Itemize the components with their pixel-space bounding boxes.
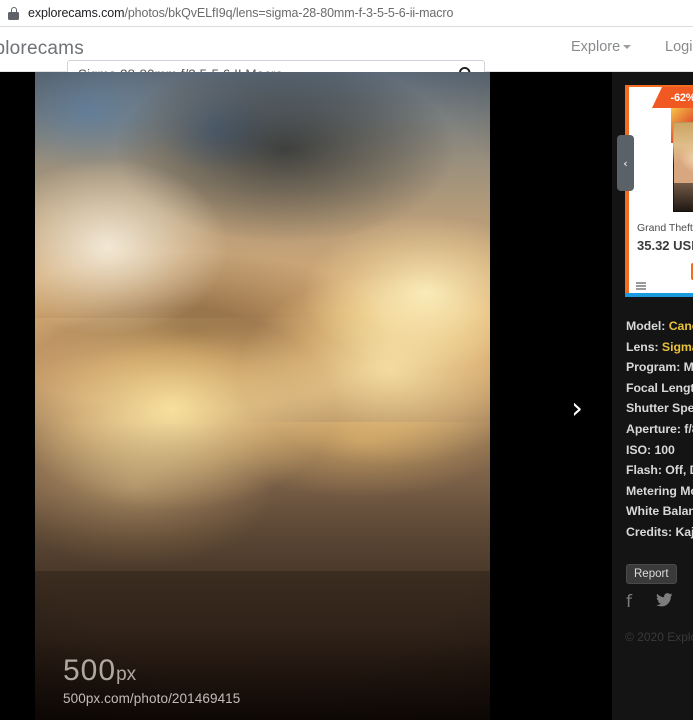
url-path: /photos/bkQvELfI9q/lens=sigma-28-80mm-f-… xyxy=(124,6,454,20)
detail-value[interactable]: Kajetan Kandler xyxy=(675,525,693,539)
detail-label: Focal Length: xyxy=(626,380,693,395)
ad-thumbnail-highlight xyxy=(673,122,693,164)
photo-lower-haze xyxy=(35,421,490,720)
photo-viewer[interactable]: 500px 500px.com/photo/201469415 xyxy=(35,72,490,720)
detail-value: Off, Did not fire xyxy=(665,463,693,478)
social-links: f xyxy=(626,593,692,611)
detail-row-focal-length: Focal Length: 80 mm xyxy=(626,378,693,399)
detail-label: Credits: xyxy=(626,524,673,539)
ad-price: 35.32 USD xyxy=(637,238,693,253)
detail-value: 100 xyxy=(654,442,675,457)
detail-row-aperture: Aperture: f/8.0 xyxy=(626,419,693,440)
url-text: explorecams.com/photos/bkQvELfI9q/lens=s… xyxy=(28,6,453,20)
detail-row-credits: Credits: Kajetan Kandler xyxy=(626,522,693,543)
detail-value[interactable]: Sigma 28-80mm f/3.5-5.6 II Macro xyxy=(662,340,693,354)
detail-value: f/8.0 xyxy=(684,421,693,436)
detail-label: ISO: xyxy=(626,442,652,457)
ad-options-icon[interactable] xyxy=(636,282,646,290)
ad-bottom-bar xyxy=(625,293,693,297)
facebook-icon[interactable]: f xyxy=(626,593,632,611)
ad-thumbnail-shadow xyxy=(673,183,693,212)
detail-value: Manual xyxy=(683,360,693,375)
exif-details-list: Model: Canon EOS 400D DIGITAL Lens: Sigm… xyxy=(626,316,693,543)
content-stage: 500px 500px.com/photo/201469415 › -62% G… xyxy=(0,72,693,720)
ad-prev-arrow-icon[interactable]: ‹ xyxy=(617,135,634,191)
browser-url-bar[interactable]: explorecams.com/photos/bkQvELfI9q/lens=s… xyxy=(0,0,693,27)
detail-row-program: Program: Manual xyxy=(626,357,693,378)
twitter-icon[interactable] xyxy=(656,593,673,611)
detail-label: Metering Mode: xyxy=(626,483,693,498)
next-photo-arrow-icon[interactable]: › xyxy=(560,388,594,428)
detail-value[interactable]: Canon EOS 400D DIGITAL xyxy=(669,319,693,333)
detail-label: Program: xyxy=(626,360,681,375)
detail-label: Lens: xyxy=(626,339,659,354)
detail-label: White Balance: xyxy=(626,504,693,519)
detail-row-white-balance: White Balance: Auto xyxy=(626,501,693,522)
detail-label: Aperture: xyxy=(626,421,681,436)
nav-explore[interactable]: Explore xyxy=(571,39,632,55)
detail-label: Shutter Speed: xyxy=(626,401,693,416)
detail-row-metering-mode: Metering Mode: Pattern xyxy=(626,481,693,502)
detail-row-model: Model: Canon EOS 400D DIGITAL xyxy=(626,316,693,337)
detail-row-lens: Lens: Sigma 28-80mm f/3.5-5.6 II Macro xyxy=(626,337,693,358)
chevron-down-icon xyxy=(623,45,632,50)
detail-row-iso: ISO: 100 xyxy=(626,440,693,461)
detail-label: Model: xyxy=(626,319,666,333)
site-logo[interactable]: explorecams xyxy=(0,38,84,60)
detail-row-flash: Flash: Off, Did not fire xyxy=(626,460,693,481)
copyright-text: © 2020 Explorecams xyxy=(625,630,693,644)
nav-login[interactable]: Login xyxy=(665,39,693,55)
lock-icon xyxy=(8,6,19,20)
page-root: explorecams.com/photos/bkQvELfI9q/lens=s… xyxy=(0,0,693,720)
right-sidebar: -62% Grand Theft Auto V 35.32 USD ‹ Mode… xyxy=(612,72,693,720)
site-header: explorecams Explore Login xyxy=(0,27,693,88)
detail-row-shutter-speed: Shutter Speed: 1/400 s xyxy=(626,398,693,419)
url-domain: explorecams.com xyxy=(28,6,125,20)
advertisement[interactable]: -62% Grand Theft Auto V 35.32 USD xyxy=(625,85,693,293)
detail-label: Flash: xyxy=(626,463,662,478)
ad-title[interactable]: Grand Theft Auto V xyxy=(637,222,693,234)
report-button[interactable]: Report xyxy=(626,564,677,584)
nav-explore-label: Explore xyxy=(571,39,621,55)
twitter-bird-icon xyxy=(656,593,673,607)
